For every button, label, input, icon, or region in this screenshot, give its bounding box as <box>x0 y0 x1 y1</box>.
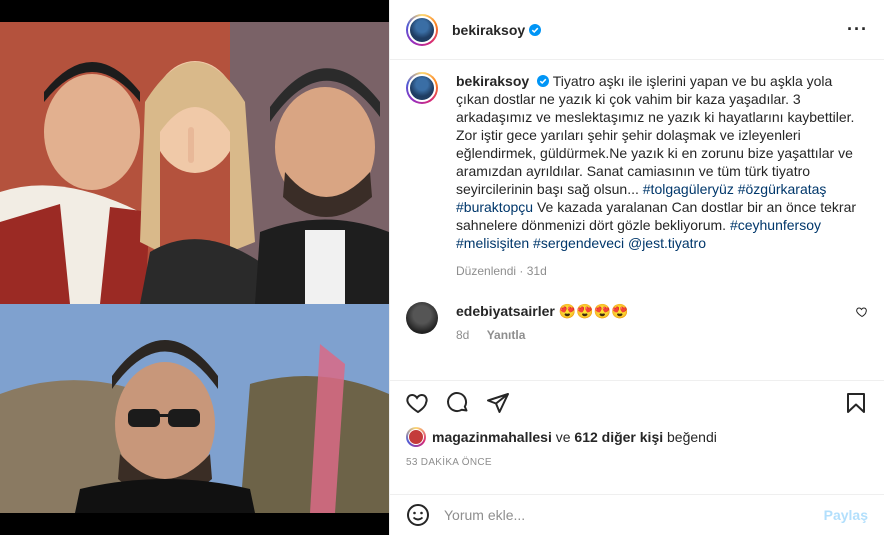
comment-input[interactable]: Yorum ekle... <box>444 507 525 523</box>
bookmark-icon[interactable] <box>844 391 868 415</box>
post-comments-area: bekiraksoy Tiyatro aşkı ile işlerini yap… <box>390 60 884 372</box>
caption-body-1: Tiyatro aşkı ile işlerini yapan ve bu aş… <box>456 73 855 197</box>
mention-link[interactable]: @jest.tiyatro <box>628 235 706 251</box>
liker-username[interactable]: magazinmahallesi <box>432 429 552 445</box>
comment-like-heart-icon[interactable] <box>856 306 868 318</box>
post-video-frame-bottom <box>0 304 389 513</box>
author-avatar[interactable] <box>406 13 438 46</box>
commenter-avatar[interactable] <box>406 302 438 334</box>
more-options-icon[interactable]: ··· <box>847 19 868 40</box>
post-side-panel: bekiraksoy ··· bekiraksoy Tiyatro aşkı i… <box>389 0 884 535</box>
likes-summary: magazinmahallesi ve 612 diğer kişi beğen… <box>406 427 868 447</box>
commenter-username[interactable]: edebiyatsairler <box>456 303 555 319</box>
edited-label: Düzenlendi <box>456 264 517 278</box>
verified-badge-icon <box>537 75 550 87</box>
author-username[interactable]: bekiraksoy <box>452 22 525 38</box>
hashtag-link[interactable]: #tolgagüleryüz <box>643 181 734 197</box>
post-media[interactable] <box>0 0 389 535</box>
hashtag-link[interactable]: #sergendeveci <box>533 235 624 251</box>
comment-text: 😍😍😍😍 <box>558 303 629 319</box>
caption-text: bekiraksoy Tiyatro aşkı ile işlerini yap… <box>456 72 868 280</box>
add-comment-bar: Yorum ekle... Paylaş <box>390 494 884 535</box>
hashtag-link[interactable]: #özgürkarataş <box>738 181 827 197</box>
caption-username[interactable]: bekiraksoy <box>456 73 529 89</box>
comment-age[interactable]: 8d <box>456 328 469 342</box>
hashtag-link[interactable]: #buraktopçu <box>456 199 533 215</box>
hashtag-link[interactable]: #melisişiten <box>456 235 529 251</box>
instagram-post-modal: bekiraksoy ··· bekiraksoy Tiyatro aşkı i… <box>0 0 884 535</box>
caption-author-avatar[interactable] <box>406 72 438 104</box>
comment-item: edebiyatsairler 😍😍😍😍 8d Yanıtla <box>406 302 868 342</box>
post-actions: magazinmahallesi ve 612 diğer kişi beğen… <box>390 380 884 468</box>
caption-age[interactable]: 31d <box>527 264 547 278</box>
share-icon[interactable] <box>486 391 510 415</box>
verified-badge-icon <box>529 23 542 36</box>
post-comment-button[interactable]: Paylaş <box>824 507 868 523</box>
post-timestamp[interactable]: 53 DAKİKA ÖNCE <box>406 457 868 468</box>
emoji-icon[interactable] <box>406 503 430 527</box>
likes-and: ve <box>555 429 571 445</box>
post-caption: bekiraksoy Tiyatro aşkı ile işlerini yap… <box>406 72 868 280</box>
comment-icon[interactable] <box>446 391 470 415</box>
heart-icon[interactable] <box>406 391 430 415</box>
hashtag-link[interactable]: #ceyhunfersoy <box>730 217 821 233</box>
post-header: bekiraksoy ··· <box>390 0 884 60</box>
caption-meta: Düzenlendi · 31d <box>456 264 547 278</box>
likes-count-link[interactable]: 612 diğer kişi <box>574 429 663 445</box>
reply-button[interactable]: Yanıtla <box>487 328 526 342</box>
likes-suffix: beğendi <box>667 429 717 445</box>
liker-avatar[interactable] <box>406 427 426 447</box>
post-image-top <box>0 22 389 304</box>
